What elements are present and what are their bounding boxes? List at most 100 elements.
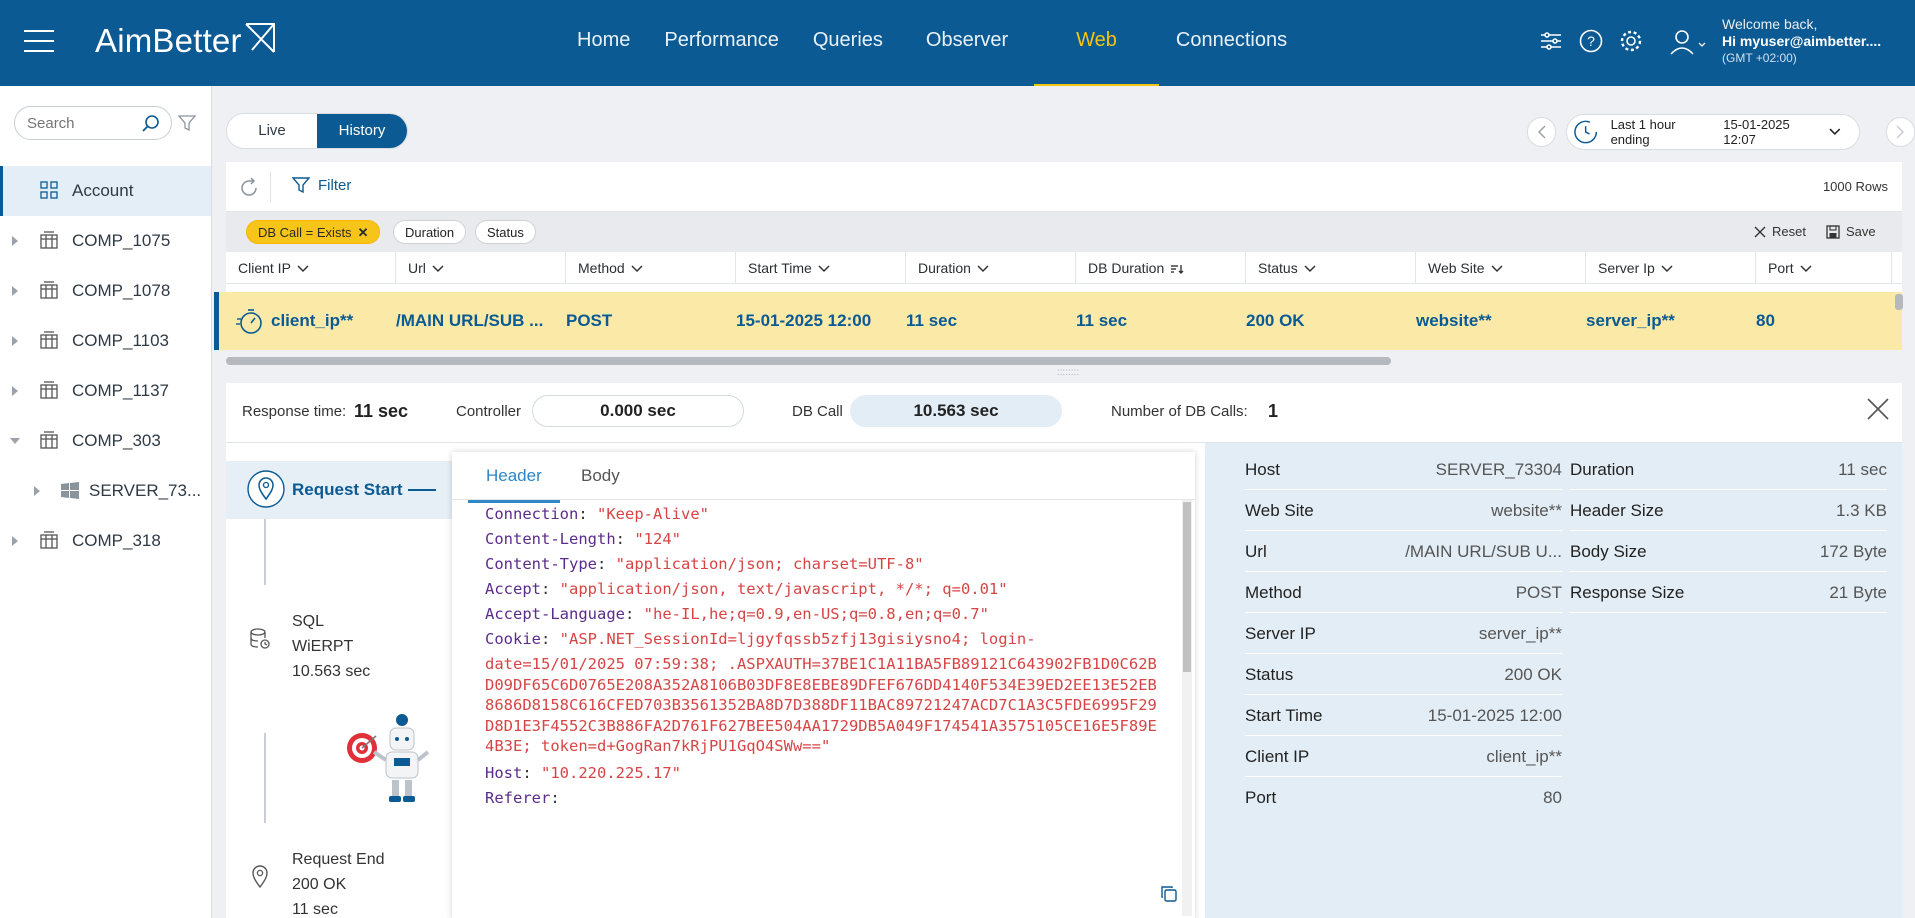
time-range-picker[interactable]: Last 1 hour ending 15-01-2025 12:07 — [1566, 114, 1860, 150]
num-db-calls-value: 1 — [1268, 401, 1279, 421]
user-menu[interactable]: Welcome back, Hi myuser@aimbetter.... (G… — [1668, 16, 1881, 67]
prop-key: Url — [1245, 542, 1267, 561]
scrollbar-thumb[interactable] — [226, 357, 1391, 365]
hamburger-menu-icon[interactable] — [24, 30, 54, 54]
header-scrollbar[interactable] — [1182, 500, 1192, 916]
resize-grip[interactable]: :::::::: — [1048, 368, 1088, 379]
col-server-ip[interactable]: Server Ip — [1586, 252, 1756, 284]
table-vertical-scrollbar[interactable] — [1895, 294, 1903, 310]
col-method[interactable]: Method — [566, 252, 736, 284]
sidebar-item-comp-303[interactable]: COMP_303 — [0, 416, 211, 466]
nav-observer[interactable]: Observer — [900, 0, 1034, 86]
sliders-icon[interactable] — [1538, 28, 1564, 54]
request-start-label: Request Start — [292, 480, 403, 499]
tab-header[interactable]: Header — [468, 466, 560, 503]
col-start-time[interactable]: Start Time — [736, 252, 906, 284]
top-icons: ? — [1538, 28, 1644, 54]
sidebar-item-comp-318[interactable]: COMP_318 — [0, 516, 211, 566]
expand-arrow-icon[interactable] — [12, 336, 18, 346]
prop-key: Web Site — [1245, 501, 1314, 520]
detail-summary: Response time: 11 sec Controller 0.000 s… — [226, 383, 1902, 443]
nav-connections[interactable]: Connections — [1159, 0, 1304, 86]
user-avatar-icon[interactable] — [1668, 28, 1708, 62]
cell-duration: 11 sec — [906, 311, 958, 330]
reset-button[interactable]: Reset — [1754, 224, 1806, 239]
db-call-value: 10.563 sec — [850, 395, 1062, 427]
nav-web[interactable]: Web — [1034, 0, 1159, 86]
app-logo[interactable]: AimBetter — [95, 22, 275, 60]
chip-duration[interactable]: Duration — [393, 220, 467, 244]
table-header: Client IP Url Method Start Time Duration… — [226, 252, 1902, 284]
reset-label: Reset — [1772, 224, 1806, 239]
time-range-value: 15-01-2025 12:07 — [1723, 117, 1790, 147]
col-duration[interactable]: Duration — [906, 252, 1076, 284]
tab-body[interactable]: Body — [581, 466, 620, 486]
cell-url: /MAIN URL/SUB ... — [396, 311, 544, 330]
sidebar-item-label: COMP_318 — [72, 531, 161, 550]
sql-duration: 10.563 sec — [292, 663, 371, 680]
logo-text: AimBetter — [95, 22, 242, 59]
prop-key: Method — [1245, 583, 1302, 602]
expand-arrow-icon[interactable] — [12, 386, 18, 396]
prop-response-size: Response Size 21 Byte — [1570, 572, 1887, 613]
prop-value: website** — [1491, 501, 1562, 520]
svg-text:?: ? — [1587, 33, 1595, 49]
help-icon[interactable]: ? — [1578, 28, 1604, 54]
prop-body-size: Body Size 172 Byte — [1570, 531, 1887, 572]
history-button[interactable]: History — [317, 114, 407, 148]
sidebar-item-label: COMP_1137 — [72, 381, 170, 400]
collapse-arrow-icon[interactable] — [10, 438, 20, 444]
request-start-step[interactable]: Request Start — [226, 461, 486, 519]
col-client-ip[interactable]: Client IP — [226, 252, 396, 284]
sidebar-item-label: COMP_1103 — [72, 331, 170, 350]
prop-status: Status 200 OK — [1245, 654, 1562, 695]
chip-status[interactable]: Status — [475, 220, 536, 244]
nav-queries[interactable]: Queries — [796, 0, 900, 86]
header-value: "124" — [634, 530, 681, 548]
timezone: (GMT +02:00) — [1722, 51, 1797, 65]
col-port[interactable]: Port — [1756, 252, 1892, 284]
expand-arrow-icon[interactable] — [12, 236, 18, 246]
nav-home[interactable]: Home — [560, 0, 647, 86]
refresh-icon[interactable] — [238, 177, 260, 199]
col-status[interactable]: Status — [1246, 252, 1416, 284]
sidebar-item-account[interactable]: Account — [0, 166, 211, 216]
prop-value: server_ip** — [1478, 624, 1562, 643]
col-web-site[interactable]: Web Site — [1416, 252, 1586, 284]
col-label: Url — [408, 260, 426, 276]
table-horizontal-scrollbar[interactable] — [226, 356, 1902, 366]
sidebar-item-server-73[interactable]: SERVER_73... — [0, 466, 211, 516]
copy-icon[interactable] — [1160, 885, 1178, 903]
live-button[interactable]: Live — [227, 114, 317, 148]
sidebar-item-comp-1075[interactable]: COMP_1075 — [0, 216, 211, 266]
close-icon[interactable] — [1866, 397, 1890, 421]
prop-value: 1.3 KB — [1835, 501, 1887, 520]
table-row[interactable]: client_ip** /MAIN URL/SUB ... POST 15-01… — [214, 292, 1902, 350]
sidebar-item-comp-1137[interactable]: COMP_1137 — [0, 366, 211, 416]
timeline-line — [264, 519, 266, 585]
expand-arrow-icon[interactable] — [34, 486, 40, 496]
sidebar-item-comp-1078[interactable]: COMP_1078 — [0, 266, 211, 316]
chip-db-call[interactable]: DB Call = Exists ✕ — [246, 220, 381, 244]
header-line: Accept: "application/json, text/javascri… — [485, 580, 1008, 598]
search-input[interactable] — [15, 107, 135, 139]
next-range-button[interactable] — [1885, 117, 1915, 147]
sidebar-filter-icon[interactable] — [178, 114, 196, 132]
col-url[interactable]: Url — [396, 252, 566, 284]
previous-range-button[interactable] — [1527, 117, 1557, 147]
nav-performance[interactable]: Performance — [647, 0, 796, 86]
settings-gear-icon[interactable] — [1618, 28, 1644, 54]
filter-button[interactable]: Filter — [292, 176, 351, 194]
chip-remove-icon[interactable]: ✕ — [358, 225, 369, 240]
expand-arrow-icon[interactable] — [12, 286, 18, 296]
col-db-duration[interactable]: DB Duration — [1076, 252, 1246, 284]
header-line: Referer: — [485, 788, 560, 807]
sidebar-item-comp-1103[interactable]: COMP_1103 — [0, 316, 211, 366]
search-icon[interactable] — [141, 114, 161, 134]
chevron-down-icon — [1829, 128, 1841, 136]
prop-start-time: Start Time 15-01-2025 12:00 — [1245, 695, 1562, 736]
expand-arrow-icon[interactable] — [12, 536, 18, 546]
scrollbar-thumb[interactable] — [1183, 502, 1191, 672]
save-button[interactable]: Save — [1826, 224, 1876, 239]
sidebar: Account COMP_1075 COMP_1078 COMP_1103 CO… — [0, 86, 212, 918]
